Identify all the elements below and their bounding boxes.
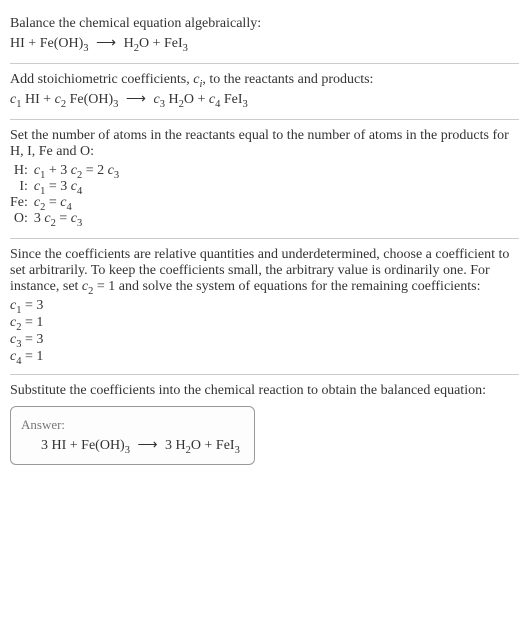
coeff-c3: c3 = 3 bbox=[10, 332, 519, 348]
prompt-text: Balance the chemical equation algebraica… bbox=[10, 16, 519, 32]
section-prompt: Balance the chemical equation algebraica… bbox=[10, 8, 519, 64]
reactant-2-pre: Fe(OH) bbox=[40, 36, 84, 51]
reactant-1: HI bbox=[10, 36, 25, 51]
section-atom-balance: Set the number of atoms in the reactants… bbox=[10, 120, 519, 239]
arrow-icon: ⟶ bbox=[126, 92, 146, 107]
eq-row-i: I: c1 = 3 c4 bbox=[10, 179, 119, 195]
section-stoich: Add stoichiometric coefficients, ci, to … bbox=[10, 64, 519, 120]
coeff-c2: c2 = 1 bbox=[10, 315, 519, 331]
stoich-text: Add stoichiometric coefficients, ci, to … bbox=[10, 72, 519, 88]
product-2-pre: FeI bbox=[164, 36, 183, 51]
arrow-icon: ⟶ bbox=[137, 438, 157, 453]
eq-row-o: O: 3 c2 = c3 bbox=[10, 211, 119, 227]
atom-balance-text: Set the number of atoms in the reactants… bbox=[10, 128, 519, 160]
section-solve: Since the coefficients are relative quan… bbox=[10, 239, 519, 375]
arrow-icon: ⟶ bbox=[96, 36, 116, 51]
coeff-equation: c1 HI + c2 Fe(OH)3 ⟶ c3 H2O + c4 FeI3 bbox=[10, 91, 519, 108]
solve-text: Since the coefficients are relative quan… bbox=[10, 247, 519, 295]
answer-box: Answer: 3 HI + Fe(OH)3 ⟶ 3 H2O + FeI3 bbox=[10, 406, 255, 465]
eq-row-h: H: c1 + 3 c2 = 2 c3 bbox=[10, 163, 119, 179]
substitute-text: Substitute the coefficients into the che… bbox=[10, 383, 519, 399]
coeff-c4: c4 = 1 bbox=[10, 349, 519, 365]
product-2-sub: 3 bbox=[183, 43, 188, 54]
coeff-c1: c1 = 3 bbox=[10, 298, 519, 314]
section-answer: Substitute the coefficients into the che… bbox=[10, 375, 519, 473]
unbalanced-equation: HI + Fe(OH)3 ⟶ H2O + FeI3 bbox=[10, 35, 519, 52]
eq-row-fe: Fe: c2 = c4 bbox=[10, 195, 119, 211]
balanced-equation: 3 HI + Fe(OH)3 ⟶ 3 H2O + FeI3 bbox=[21, 437, 240, 454]
atom-equations: H: c1 + 3 c2 = 2 c3 I: c1 = 3 c4 Fe: c2 … bbox=[10, 163, 119, 227]
product-1-pre: H bbox=[124, 36, 134, 51]
answer-title: Answer: bbox=[21, 417, 240, 433]
coefficient-results: c1 = 3 c2 = 1 c3 = 3 c4 = 1 bbox=[10, 298, 519, 365]
reactant-2-sub: 3 bbox=[83, 43, 88, 54]
product-1-post: O bbox=[139, 36, 149, 51]
